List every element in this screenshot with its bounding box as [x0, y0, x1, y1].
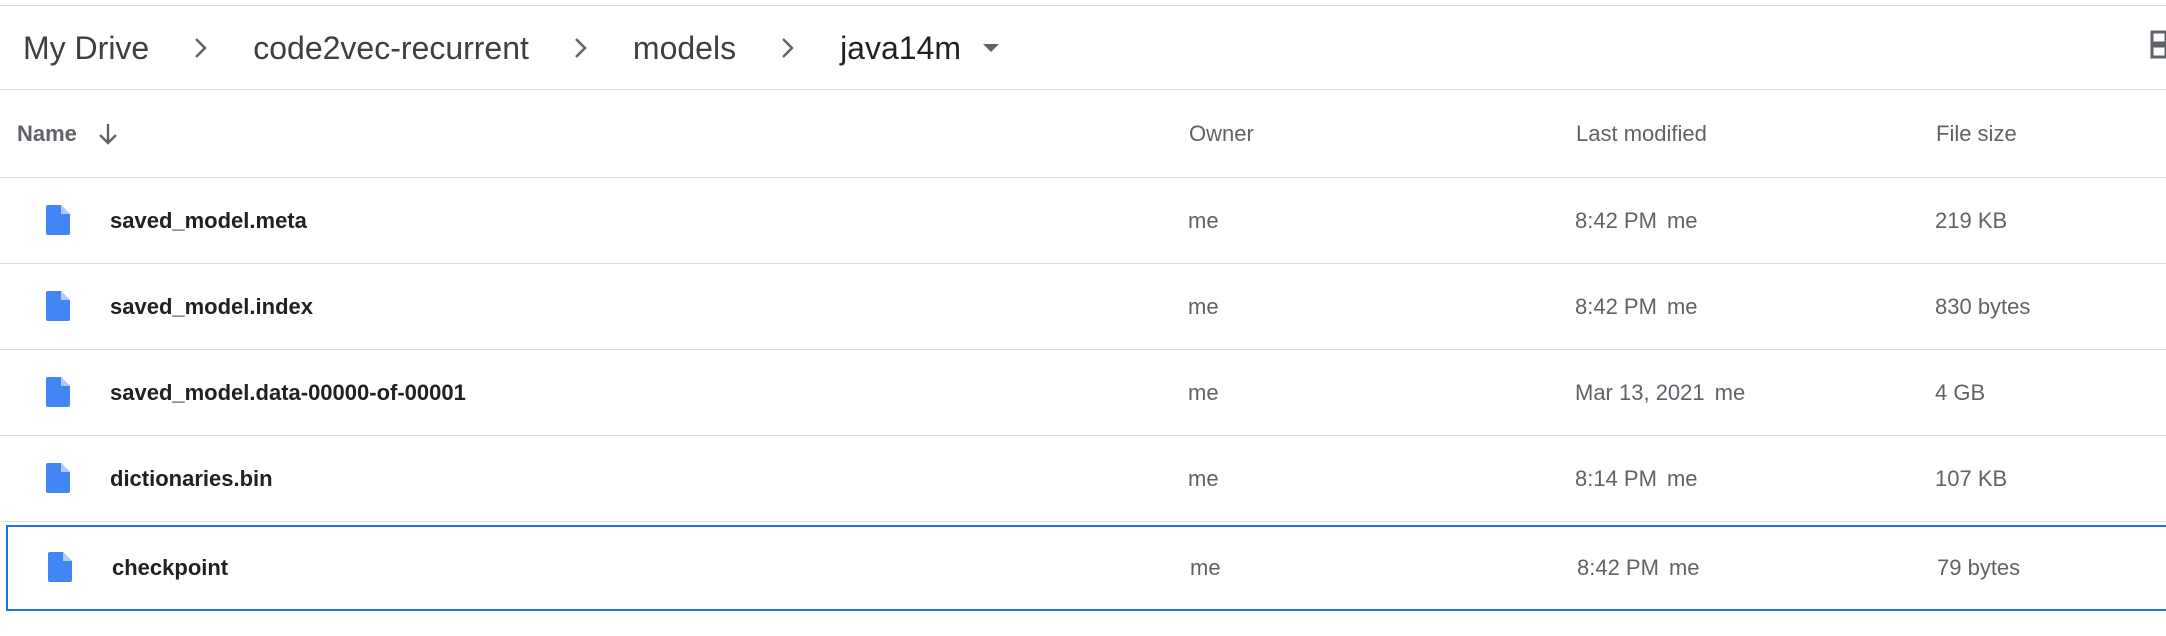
modified-by: me: [1668, 555, 1700, 580]
file-last-modified: 8:14 PM me: [1575, 436, 1698, 522]
arrow-drop-down-icon[interactable]: [973, 30, 1009, 66]
file-icon: [46, 463, 70, 493]
modified-time: 8:14 PM: [1575, 466, 1657, 491]
breadcrumb-my-drive[interactable]: My Drive: [13, 6, 159, 90]
modified-by: me: [1714, 380, 1746, 405]
file-last-modified: 8:42 PM me: [1577, 527, 1700, 609]
arrow-downward-icon[interactable]: [97, 122, 119, 146]
file-last-modified: 8:42 PM me: [1575, 264, 1698, 350]
modified-time: Mar 13, 2021: [1575, 380, 1705, 405]
modified-time: 8:42 PM: [1577, 555, 1659, 580]
file-name: saved_model.index: [110, 294, 313, 319]
breadcrumb-models[interactable]: models: [623, 6, 746, 90]
file-owner: me: [1188, 294, 1219, 319]
file-name: checkpoint: [112, 555, 229, 580]
file-icon: [46, 291, 70, 321]
column-header-last-modified[interactable]: Last modified: [1576, 90, 1707, 178]
grid-view-icon[interactable]: [2148, 30, 2166, 60]
breadcrumb: My Drive code2vec-recurrent models java1…: [0, 6, 2166, 90]
file-owner: me: [1188, 466, 1219, 491]
table-row[interactable]: saved_model.meta me 8:42 PM me 219 KB: [0, 178, 2166, 264]
table-row-selected[interactable]: checkpoint me 8:42 PM me 79 bytes: [6, 525, 2166, 611]
breadcrumb-java14m[interactable]: java14m: [830, 6, 971, 90]
chevron-right-icon: [181, 28, 221, 68]
file-owner: me: [1188, 208, 1219, 233]
table-row[interactable]: saved_model.index me 8:42 PM me 830 bytes: [0, 264, 2166, 350]
modified-by: me: [1666, 208, 1698, 233]
file-last-modified: Mar 13, 2021 me: [1575, 350, 1745, 436]
modified-by: me: [1666, 294, 1698, 319]
file-icon: [46, 205, 70, 235]
column-header-name[interactable]: Name: [17, 90, 119, 178]
modified-time: 8:42 PM: [1575, 294, 1657, 319]
chevron-right-icon: [561, 28, 601, 68]
column-header-file-size[interactable]: File size: [1936, 90, 2017, 178]
breadcrumb-code2vec-recurrent[interactable]: code2vec-recurrent: [243, 6, 539, 90]
file-last-modified: 8:42 PM me: [1575, 178, 1698, 264]
file-name: dictionaries.bin: [110, 466, 273, 491]
column-header-owner[interactable]: Owner: [1189, 90, 1254, 178]
modified-time: 8:42 PM: [1575, 208, 1657, 233]
file-size: 830 bytes: [1935, 294, 2031, 319]
file-name: saved_model.data-00000-of-00001: [110, 380, 466, 405]
table-row[interactable]: dictionaries.bin me 8:14 PM me 107 KB: [0, 436, 2166, 522]
file-name: saved_model.meta: [110, 208, 307, 233]
file-owner: me: [1188, 380, 1219, 405]
file-size: 79 bytes: [1937, 555, 2021, 580]
file-icon: [46, 377, 70, 407]
modified-by: me: [1666, 466, 1698, 491]
table-header: Name Owner Last modified File size: [0, 90, 2166, 178]
file-owner: me: [1190, 555, 1221, 580]
file-icon: [48, 552, 72, 582]
file-size: 219 KB: [1935, 208, 2008, 233]
chevron-right-icon: [768, 28, 808, 68]
table-row[interactable]: saved_model.data-00000-of-00001 me Mar 1…: [0, 350, 2166, 436]
column-header-name-label: Name: [17, 121, 77, 146]
file-size: 4 GB: [1935, 380, 1986, 405]
file-size: 107 KB: [1935, 466, 2008, 491]
